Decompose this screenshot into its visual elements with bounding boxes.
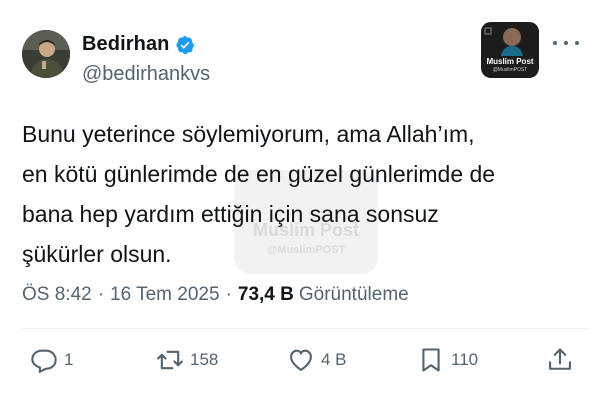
watermark-logo-subtitle: @MuslimPOST [492,67,528,73]
author-name-row[interactable]: Bedirhan [82,33,195,56]
bookmark-count: 110 [451,350,479,369]
share-button[interactable] [546,345,574,375]
author-handle[interactable]: @bedirhankvs [82,63,210,86]
share-icon [549,348,571,370]
watermark-portrait-icon [481,22,539,56]
retweet-button[interactable]: 158 [156,345,218,375]
author-avatar[interactable] [22,30,70,78]
watermark-logo-title: Muslim Post [486,57,534,66]
divider [22,328,587,329]
retweet-count: 158 [190,350,219,369]
author-display-name[interactable]: Bedirhan [82,33,169,56]
views-label: Görüntüleme [298,284,409,305]
tweet-meta: ÖS 8:42 · 16 Tem 2025 · 73,4 B Görüntüle… [22,284,409,306]
tweet-time[interactable]: ÖS 8:42 [22,284,92,306]
more-icon[interactable] [553,36,579,50]
meta-separator: · [97,284,105,305]
more-dot [553,41,557,45]
tweet-text: Bunu yeterince söylemiyorum, ama Allah’ı… [22,121,496,267]
retweet-icon [157,350,183,370]
watermark-logo: Muslim Post @MuslimPOST [481,22,539,78]
tweet-card: Muslim Post @MuslimPOST Bedirhan @bedirh… [0,0,609,406]
tweet-date[interactable]: 16 Tem 2025 [110,284,220,306]
verified-badge-icon[interactable] [175,35,195,55]
meta-separator: · [225,284,232,305]
bookmark-icon [422,348,440,372]
reply-button[interactable]: 1 [30,345,73,375]
avatar-image [22,30,70,78]
views-count[interactable]: 73,4 B [238,284,294,306]
bookmark-button[interactable]: 110 [417,345,478,375]
reply-icon [31,349,57,374]
like-count: 4 B [321,350,347,369]
more-dot [564,41,568,45]
like-button[interactable]: 4 B [287,345,347,375]
reply-count: 1 [64,350,74,369]
like-icon [290,349,312,372]
more-dot [575,41,579,45]
